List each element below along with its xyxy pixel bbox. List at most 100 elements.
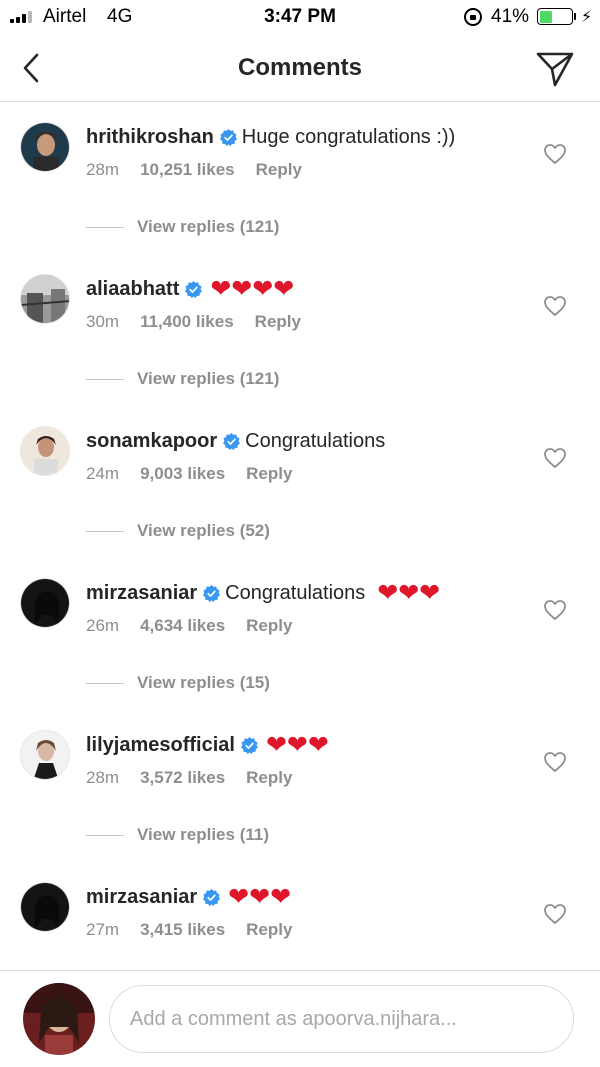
- like-button[interactable]: [543, 295, 567, 317]
- comment-time: 30m: [86, 312, 120, 331]
- battery-icon: [537, 8, 573, 25]
- comment-item: sonamkapoor Congratulations 24m 9,003 likes…: [0, 426, 600, 578]
- likes-count[interactable]: 3,572 likes: [140, 768, 225, 787]
- comment-time: 28m: [86, 768, 120, 787]
- comment-body: hrithikroshan Huge congratulations :)): [86, 122, 455, 152]
- comment-meta: 26m 4,634 likes Reply: [86, 616, 313, 636]
- divider: [86, 834, 124, 836]
- likes-count[interactable]: 4,634 likes: [140, 616, 225, 635]
- verified-badge-icon: [240, 736, 258, 754]
- username-link[interactable]: mirzasaniar: [86, 886, 197, 909]
- verified-badge-icon: [223, 432, 241, 450]
- heart-outline-icon: [543, 904, 567, 929]
- heart-outline-icon: [543, 448, 567, 473]
- reply-button[interactable]: Reply: [246, 616, 292, 635]
- user-avatar[interactable]: [20, 578, 70, 628]
- comment-input[interactable]: [109, 985, 574, 1053]
- charging-bolt-icon: ⚡︎: [581, 9, 593, 26]
- likes-count[interactable]: 11,400 likes: [140, 312, 234, 331]
- page-title: Comments: [237, 54, 363, 81]
- user-avatar[interactable]: [20, 426, 70, 476]
- verified-badge-icon: [203, 584, 221, 602]
- view-replies-label: View replies (11): [137, 825, 269, 844]
- divider: [86, 226, 124, 228]
- comment-item: mirzasaniar Congratulations ❤❤❤ 26m 4,634 li…: [0, 578, 600, 730]
- comment-body: sonamkapoor Congratulations: [86, 426, 385, 456]
- likes-count[interactable]: 10,251 likes: [140, 160, 235, 179]
- username-link[interactable]: mirzasaniar: [86, 582, 197, 605]
- reply-button[interactable]: Reply: [246, 768, 292, 787]
- divider: [86, 530, 124, 532]
- like-button[interactable]: [543, 903, 567, 925]
- reply-button[interactable]: Reply: [256, 160, 302, 179]
- paper-plane-icon: [536, 52, 574, 87]
- view-replies-button[interactable]: View replies (121): [86, 215, 279, 239]
- comment-text: Congratulations: [225, 581, 366, 604]
- heart-outline-icon: [543, 600, 567, 625]
- heart-outline-icon: [543, 752, 567, 777]
- comment-text: Congratulations: [245, 429, 386, 452]
- like-button[interactable]: [543, 751, 567, 773]
- verified-badge-icon: [185, 280, 203, 298]
- nav-header: Comments: [0, 34, 600, 102]
- back-button[interactable]: [18, 50, 50, 86]
- view-replies-button[interactable]: View replies (121): [86, 367, 279, 391]
- user-avatar[interactable]: [20, 730, 70, 780]
- user-avatar[interactable]: [20, 274, 70, 324]
- comment-body: lilyjamesofficial ❤❤❤: [86, 730, 329, 760]
- rotation-lock-icon: [464, 8, 482, 26]
- verified-badge-icon: [203, 888, 221, 906]
- comment-time: 28m: [86, 160, 120, 179]
- likes-count[interactable]: 3,415 likes: [140, 920, 225, 939]
- likes-count[interactable]: 9,003 likes: [140, 464, 225, 483]
- comment-item: hrithikroshan Huge congratulations :)) 28m…: [0, 122, 600, 274]
- reply-button[interactable]: Reply: [246, 920, 292, 939]
- reply-button[interactable]: Reply: [246, 464, 292, 483]
- chevron-left-icon: [23, 53, 39, 83]
- heart-emoji: ❤❤❤: [377, 578, 441, 607]
- comment-body: aliaabhatt ❤❤❤❤: [86, 274, 294, 304]
- view-replies-button[interactable]: View replies (52): [86, 519, 270, 543]
- comment-item: aliaabhatt ❤❤❤❤ 30m 11,400 likes Reply View r…: [0, 274, 600, 426]
- username-link[interactable]: aliaabhatt: [86, 278, 179, 301]
- divider: [86, 682, 124, 684]
- view-replies-label: View replies (15): [137, 673, 270, 692]
- view-replies-label: View replies (121): [137, 369, 280, 388]
- username-link[interactable]: sonamkapoor: [86, 430, 217, 453]
- user-avatar[interactable]: [20, 122, 70, 172]
- comment-meta: 30m 11,400 likes Reply: [86, 312, 322, 332]
- like-button[interactable]: [543, 447, 567, 469]
- verified-badge-icon: [219, 128, 237, 146]
- comment-time: 26m: [86, 616, 120, 635]
- comment-meta: 28m 10,251 likes Reply: [86, 160, 323, 180]
- view-replies-label: View replies (52): [137, 521, 270, 540]
- heart-emoji: ❤❤❤: [228, 882, 292, 911]
- like-button[interactable]: [543, 599, 567, 621]
- battery-percent: 41%: [491, 6, 530, 27]
- comment-time: 24m: [86, 464, 120, 483]
- user-avatar[interactable]: [20, 882, 70, 932]
- comment-body: mirzasaniar ❤❤❤: [86, 882, 291, 912]
- comment-text: Huge congratulations :)): [241, 125, 456, 148]
- comment-item: lilyjamesofficial ❤❤❤ 28m 3,572 likes Reply V…: [0, 730, 600, 882]
- comment-time: 27m: [86, 920, 120, 939]
- username-link[interactable]: lilyjamesofficial: [86, 734, 235, 757]
- comment-meta: 27m 3,415 likes Reply: [86, 920, 313, 940]
- status-bar: Airtel 4G 3:47 PM 41% ⚡︎: [0, 0, 600, 34]
- like-button[interactable]: [543, 143, 567, 165]
- username-link[interactable]: hrithikroshan: [86, 126, 214, 149]
- reply-button[interactable]: Reply: [255, 312, 301, 331]
- view-replies-button[interactable]: View replies (15): [86, 671, 270, 695]
- heart-outline-icon: [543, 296, 567, 321]
- heart-emoji: ❤❤❤❤: [210, 274, 295, 303]
- view-replies-label: View replies (121): [137, 217, 280, 236]
- current-user-avatar: [23, 983, 95, 1055]
- heart-outline-icon: [543, 144, 567, 169]
- comment-composer: [0, 970, 600, 1067]
- divider: [86, 378, 124, 380]
- direct-message-button[interactable]: [533, 48, 577, 88]
- comment-body: mirzasaniar Congratulations ❤❤❤: [86, 578, 440, 608]
- view-replies-button[interactable]: View replies (11): [86, 823, 269, 847]
- comment-meta: 24m 9,003 likes Reply: [86, 464, 313, 484]
- heart-emoji: ❤❤❤: [265, 730, 329, 759]
